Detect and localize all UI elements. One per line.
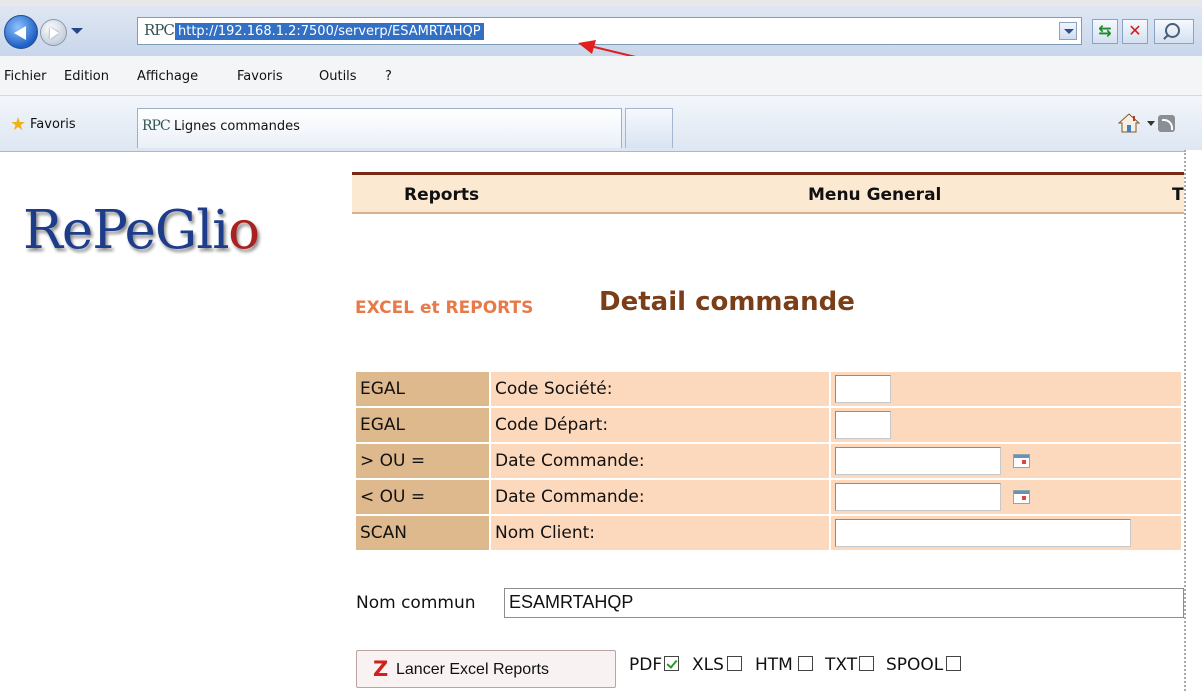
criteria-value-cell <box>831 516 1181 550</box>
section-subtitle: EXCEL et REPORTS <box>355 298 534 318</box>
format-label-htm: HTM <box>755 655 793 675</box>
criteria-operator: SCAN <box>356 516 489 550</box>
run-button-label: Lancer Excel Reports <box>396 661 549 678</box>
date-to-input[interactable] <box>835 483 1001 511</box>
common-name-input[interactable]: ESAMRTAHQP <box>504 588 1184 618</box>
xls-checkbox[interactable] <box>727 656 742 671</box>
excel-reports-icon: Z <box>373 657 389 681</box>
calendar-icon[interactable] <box>1013 490 1030 504</box>
page-title: Detail commande <box>599 287 855 317</box>
menu-edit[interactable]: Edition <box>64 69 109 84</box>
spool-checkbox[interactable] <box>946 656 961 671</box>
menu-favorites[interactable]: Favoris <box>237 69 283 84</box>
criteria-label: Code Société: <box>491 372 829 406</box>
run-excel-reports-button[interactable]: Z Lancer Excel Reports <box>356 650 616 688</box>
menu-bar: Fichier Edition Affichage Favoris Outils… <box>0 56 1202 96</box>
favorites-bar: ★ Favoris RPC Lignes commandes <box>0 96 1202 152</box>
criteria-value-cell <box>831 372 1181 406</box>
nav-reports[interactable]: Reports <box>404 185 479 205</box>
tab-label: Lignes commandes <box>174 119 300 134</box>
criteria-label: Date Commande: <box>491 480 829 514</box>
criteria-row: > OU = Date Commande: <box>356 444 1181 478</box>
menu-help[interactable]: ? <box>385 69 392 84</box>
criteria-label: Nom Client: <box>491 516 829 550</box>
criteria-value-cell <box>831 408 1181 442</box>
calendar-icon[interactable] <box>1013 454 1030 468</box>
format-label-xls: XLS <box>692 655 724 675</box>
home-dropdown-icon[interactable] <box>1147 121 1155 126</box>
criteria-row: < OU = Date Commande: <box>356 480 1181 514</box>
common-name-label: Nom commun <box>356 593 476 613</box>
nav-menu-general[interactable]: Menu General <box>808 185 941 205</box>
criteria-operator: EGAL <box>356 372 489 406</box>
nom-client-input[interactable] <box>835 519 1131 547</box>
date-from-input[interactable] <box>835 447 1001 475</box>
criteria-row: EGAL Code Société: <box>356 372 1181 406</box>
code-depart-input[interactable] <box>835 411 891 439</box>
criteria-label: Date Commande: <box>491 444 829 478</box>
menu-file[interactable]: Fichier <box>4 69 47 84</box>
tab-favicon-icon: RPC <box>142 118 171 134</box>
format-label-txt: TXT <box>825 655 858 675</box>
menu-tools[interactable]: Outils <box>319 69 357 84</box>
repeglio-logo: RePeGlio <box>23 200 260 261</box>
code-societe-input[interactable] <box>835 375 891 403</box>
menu-view[interactable]: Affichage <box>137 69 198 84</box>
criteria-row: EGAL Code Départ: <box>356 408 1181 442</box>
criteria-operator: EGAL <box>356 408 489 442</box>
pdf-checkbox[interactable] <box>664 656 679 671</box>
criteria-label: Code Départ: <box>491 408 829 442</box>
tab-lignes-commandes[interactable]: RPC Lignes commandes <box>137 108 622 148</box>
home-icon[interactable] <box>1118 113 1140 133</box>
format-label-spool: SPOOL <box>886 655 944 675</box>
criteria-value-cell <box>831 444 1181 478</box>
format-label-pdf: PDF <box>629 655 663 675</box>
favorites-star-icon[interactable]: ★ <box>10 116 26 134</box>
criteria-operator: > OU = <box>356 444 489 478</box>
criteria-row: SCAN Nom Client: <box>356 516 1181 550</box>
top-navigation: Reports Menu General T <box>352 172 1184 214</box>
criteria-operator: < OU = <box>356 480 489 514</box>
criteria-value-cell <box>831 480 1181 514</box>
criteria-table: EGAL Code Société: EGAL Code Départ: > O… <box>354 370 1183 552</box>
new-tab-button[interactable] <box>625 108 673 148</box>
txt-checkbox[interactable] <box>859 656 874 671</box>
favorites-button[interactable]: Favoris <box>30 117 76 132</box>
htm-checkbox[interactable] <box>798 656 813 671</box>
nav-item-truncated[interactable]: T <box>1172 185 1184 205</box>
torn-edge <box>1184 150 1202 691</box>
rss-feed-icon[interactable] <box>1158 115 1175 132</box>
